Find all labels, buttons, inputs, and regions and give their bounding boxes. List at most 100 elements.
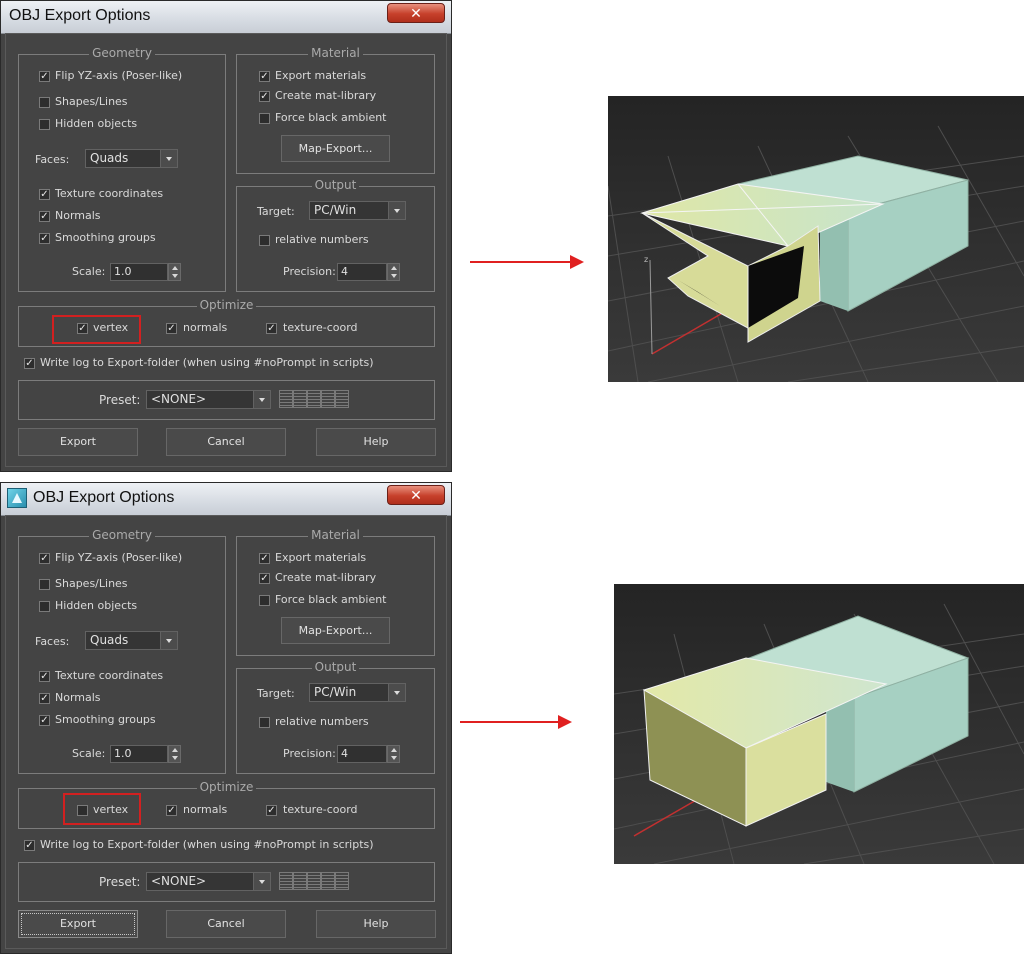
shapes-lines-checkbox[interactable] <box>39 97 50 108</box>
cancel-button[interactable]: Cancel <box>166 428 286 456</box>
highlight-box <box>52 315 141 344</box>
material-title: Material <box>308 46 363 60</box>
help-button[interactable]: Help <box>316 428 436 456</box>
flip-yz-checkbox[interactable]: ✓ <box>39 71 50 82</box>
scale-spinner[interactable]: 1.0 <box>110 263 181 281</box>
material-title: Material <box>308 528 363 542</box>
export-button[interactable]: Export <box>18 910 138 938</box>
faces-label: Faces: <box>35 635 70 648</box>
help-button[interactable]: Help <box>316 910 436 938</box>
normals-label: Normals <box>55 209 101 222</box>
preset-save-icon[interactable] <box>335 872 349 890</box>
precision-label: Precision: <box>283 265 336 278</box>
relative-numbers-checkbox[interactable] <box>259 717 270 728</box>
export-materials-checkbox[interactable]: ✓ <box>259 553 270 564</box>
export-button[interactable]: Export <box>18 428 138 456</box>
relative-numbers-label: relative numbers <box>275 715 369 728</box>
write-log-checkbox[interactable]: ✓ <box>24 840 35 851</box>
optimize-normals-label: normals <box>183 321 228 334</box>
scale-spinner[interactable]: 1.0 <box>110 745 181 763</box>
preset-grid-icon[interactable] <box>293 390 307 408</box>
spinner-arrows-icon[interactable] <box>168 263 181 281</box>
force-black-ambient-label: Force black ambient <box>275 593 387 606</box>
dialog-body: Geometry ✓ Flip YZ-axis (Poser-like) Sha… <box>5 515 447 949</box>
preset-grid-icon[interactable] <box>321 872 335 890</box>
shapes-lines-checkbox[interactable] <box>39 579 50 590</box>
hidden-objects-label: Hidden objects <box>55 599 138 612</box>
preset-grid-icon[interactable] <box>307 390 321 408</box>
optimize-title: Optimize <box>196 780 257 794</box>
title-bar: OBJ Export Options ✕ <box>1 483 451 516</box>
geometry-title: Geometry <box>89 528 155 542</box>
3dsmax-app-icon <box>7 488 27 508</box>
optimize-normals-label: normals <box>183 803 228 816</box>
spinner-arrows-icon[interactable] <box>168 745 181 763</box>
flip-yz-label: Flip YZ-axis (Poser-like) <box>55 69 183 82</box>
force-black-ambient-checkbox[interactable] <box>259 595 270 606</box>
hidden-objects-checkbox[interactable] <box>39 601 50 612</box>
preset-save-icon[interactable] <box>335 390 349 408</box>
target-dropdown[interactable]: PC/Win <box>309 683 406 702</box>
create-mat-library-checkbox[interactable]: ✓ <box>259 573 270 584</box>
teal-box-front <box>826 698 854 792</box>
faces-dropdown[interactable]: Quads <box>85 149 178 168</box>
close-button[interactable]: ✕ <box>387 485 445 505</box>
export-materials-label: Export materials <box>275 69 367 82</box>
export-materials-checkbox[interactable]: ✓ <box>259 71 270 82</box>
geometry-group: Geometry ✓ Flip YZ-axis (Poser-like) Sha… <box>18 46 226 292</box>
precision-spinner[interactable]: 4 <box>337 263 400 281</box>
output-group: Output Target: PC/Win relative numbers P… <box>236 660 435 774</box>
output-title: Output <box>311 178 360 192</box>
preset-load-icon[interactable] <box>279 872 293 890</box>
force-black-ambient-checkbox[interactable] <box>259 113 270 124</box>
optimize-group: Optimize vertex ✓ normals ✓ texture-coor… <box>18 780 435 829</box>
optimize-normals-checkbox[interactable]: ✓ <box>166 805 177 816</box>
close-button[interactable]: ✕ <box>387 3 445 23</box>
target-dropdown[interactable]: PC/Win <box>309 201 406 220</box>
smoothing-groups-checkbox[interactable]: ✓ <box>39 233 50 244</box>
write-log-checkbox[interactable]: ✓ <box>24 358 35 369</box>
material-group: Material ✓ Export materials ✓ Create mat… <box>236 46 435 174</box>
preset-dropdown[interactable]: <NONE> <box>146 872 271 891</box>
optimize-texture-coord-checkbox[interactable]: ✓ <box>266 805 277 816</box>
spinner-arrows-icon[interactable] <box>387 745 400 763</box>
relative-numbers-checkbox[interactable] <box>259 235 270 246</box>
write-log-label: Write log to Export-folder (when using #… <box>40 356 374 369</box>
hidden-objects-checkbox[interactable] <box>39 119 50 130</box>
preset-dropdown[interactable]: <NONE> <box>146 390 271 409</box>
texture-coordinates-label: Texture coordinates <box>55 669 164 682</box>
geometry-title: Geometry <box>89 46 155 60</box>
precision-value: 4 <box>341 265 348 278</box>
obj-export-dialog-top: OBJ Export Options ✕ Geometry ✓ Flip YZ-… <box>0 0 452 472</box>
shapes-lines-label: Shapes/Lines <box>55 577 128 590</box>
preset-group: Preset: <NONE> <box>18 862 435 902</box>
preset-load-icon[interactable] <box>279 390 293 408</box>
cancel-button[interactable]: Cancel <box>166 910 286 938</box>
map-export-button[interactable]: Map-Export... <box>281 617 390 644</box>
map-export-button[interactable]: Map-Export... <box>281 135 390 162</box>
preset-grid-icon[interactable] <box>293 872 307 890</box>
spinner-arrows-icon[interactable] <box>387 263 400 281</box>
target-label: Target: <box>257 205 295 218</box>
preset-grid-icon[interactable] <box>307 872 321 890</box>
texture-coordinates-checkbox[interactable]: ✓ <box>39 671 50 682</box>
optimize-texture-coord-checkbox[interactable]: ✓ <box>266 323 277 334</box>
normals-checkbox[interactable]: ✓ <box>39 693 50 704</box>
smoothing-groups-checkbox[interactable]: ✓ <box>39 715 50 726</box>
smoothing-groups-label: Smoothing groups <box>55 713 156 726</box>
shapes-lines-label: Shapes/Lines <box>55 95 128 108</box>
create-mat-library-label: Create mat-library <box>275 571 377 584</box>
red-arrow-top <box>470 261 572 263</box>
highlight-box <box>63 793 141 825</box>
preset-grid-icon[interactable] <box>321 390 335 408</box>
precision-spinner[interactable]: 4 <box>337 745 400 763</box>
chevron-down-icon <box>253 391 270 408</box>
faces-value: Quads <box>90 633 129 647</box>
create-mat-library-checkbox[interactable]: ✓ <box>259 91 270 102</box>
normals-checkbox[interactable]: ✓ <box>39 211 50 222</box>
target-value: PC/Win <box>314 685 357 699</box>
optimize-normals-checkbox[interactable]: ✓ <box>166 323 177 334</box>
texture-coordinates-checkbox[interactable]: ✓ <box>39 189 50 200</box>
flip-yz-checkbox[interactable]: ✓ <box>39 553 50 564</box>
faces-dropdown[interactable]: Quads <box>85 631 178 650</box>
